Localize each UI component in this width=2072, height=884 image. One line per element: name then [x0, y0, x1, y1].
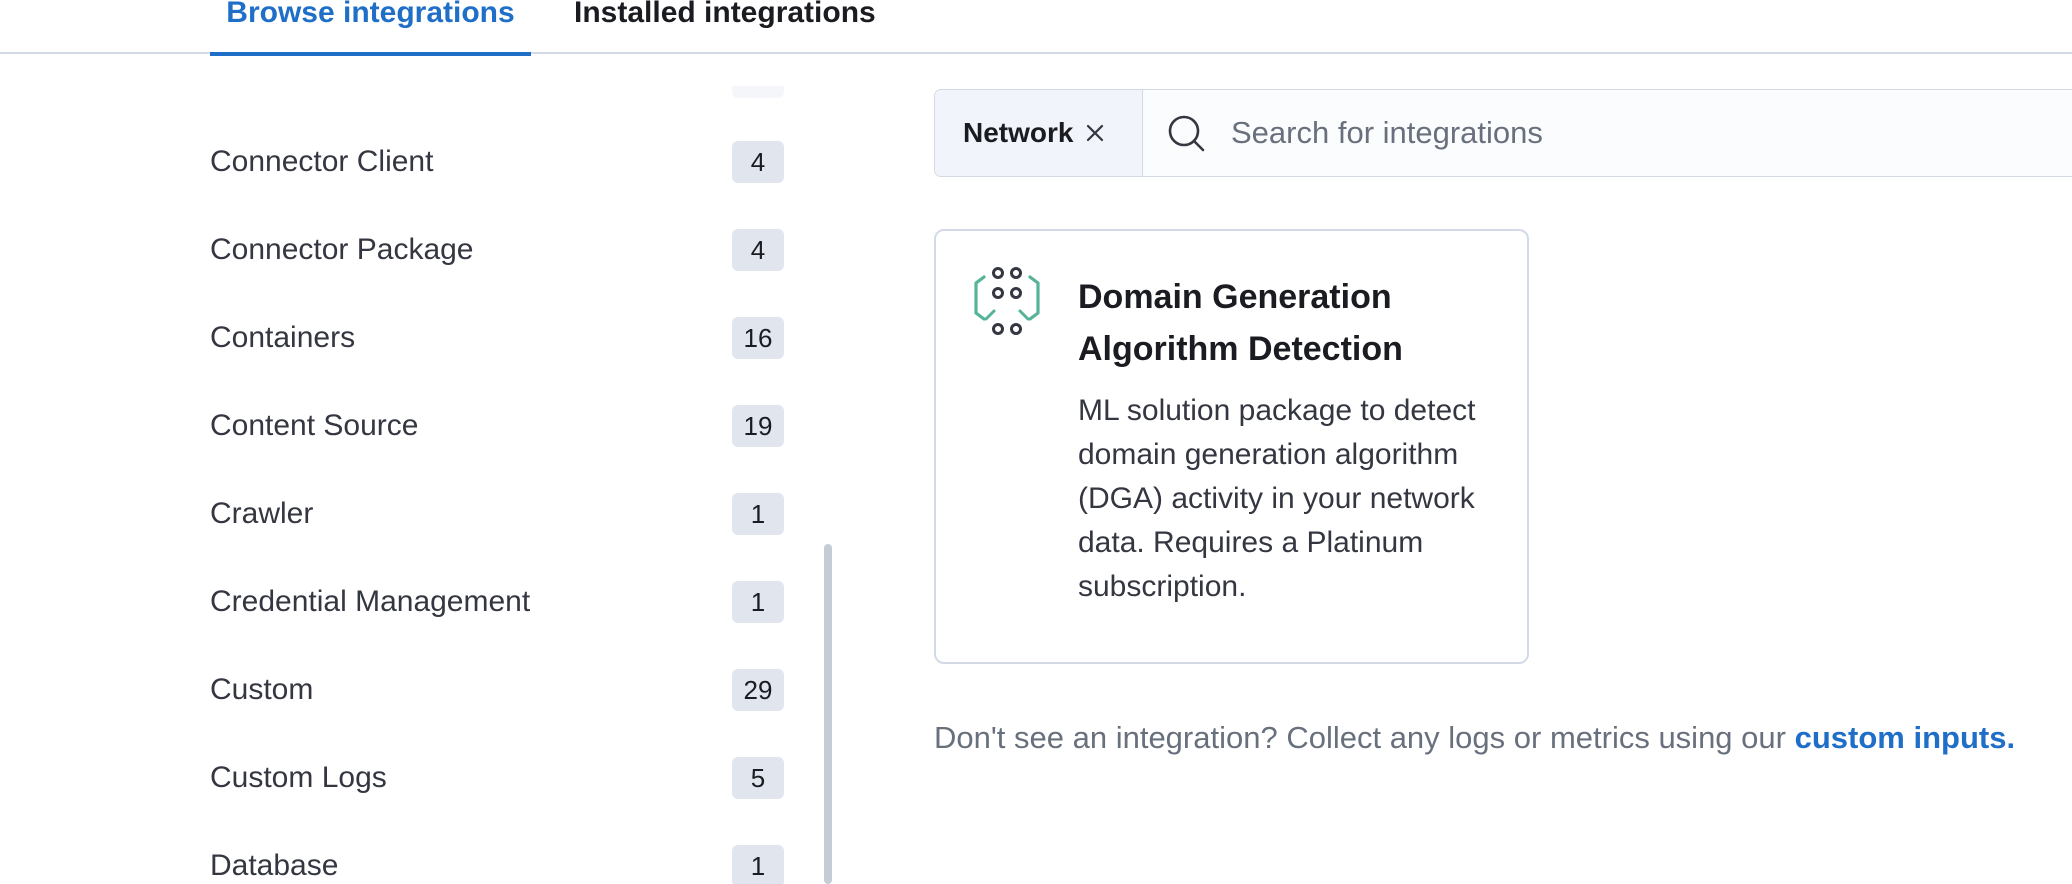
custom-inputs-link[interactable]: custom inputs. — [1795, 720, 2015, 755]
integrations-page: Browse integrations Installed integratio… — [0, 0, 2072, 884]
integration-search-bar: Network — [934, 89, 2072, 177]
category-label: Database — [210, 849, 339, 882]
category-count-badge: 1 — [732, 581, 784, 623]
category-label: Containers — [210, 321, 356, 354]
category-connector-client[interactable]: Connector Client 4 — [210, 137, 784, 187]
category-count-badge: 29 — [732, 669, 784, 711]
category-label: Connector Package — [210, 233, 474, 266]
tab-bar: Browse integrations Installed integratio… — [0, 0, 2072, 56]
filter-chip-label: Network — [963, 117, 1074, 148]
category-count-badge: 4 — [732, 229, 784, 271]
category-label: Crawler — [210, 497, 314, 530]
category-credential-management[interactable]: Credential Management 1 — [210, 577, 784, 627]
dga-detection-icon — [974, 267, 1040, 335]
category-count-badge: 1 — [732, 845, 784, 884]
category-label: Custom — [210, 673, 314, 706]
card-description: ML solution package to detect domain gen… — [1078, 394, 1476, 603]
partially-visible-count-badge — [732, 86, 784, 98]
category-count-badge: 5 — [732, 757, 784, 799]
tab-browse-integrations[interactable]: Browse integrations — [210, 0, 531, 56]
category-content-source[interactable]: Content Source 19 — [210, 401, 784, 451]
custom-inputs-note-text: Don't see an integration? Collect any lo… — [934, 720, 1786, 755]
category-custom-logs[interactable]: Custom Logs 5 — [210, 753, 784, 803]
category-label: Credential Management — [210, 585, 531, 618]
close-icon[interactable] — [1081, 119, 1109, 147]
sidebar-scrollbar[interactable] — [824, 544, 832, 884]
search-input[interactable] — [1231, 107, 2071, 159]
category-crawler[interactable]: Crawler 1 — [210, 489, 784, 539]
category-containers[interactable]: Containers 16 — [210, 313, 784, 363]
search-icon — [1168, 115, 1205, 152]
category-custom[interactable]: Custom 29 — [210, 665, 784, 715]
category-label: Content Source — [210, 409, 419, 442]
category-label: Custom Logs — [210, 761, 387, 794]
category-label: Connector Client — [210, 145, 434, 178]
category-database[interactable]: Database 1 — [210, 841, 784, 884]
category-filter-chip[interactable]: Network — [935, 90, 1143, 176]
category-sidebar: Connector Client 4 Connector Package 4 C… — [0, 56, 840, 884]
category-count-badge: 19 — [732, 405, 784, 447]
card-title: Domain Generation Algorithm Detection — [1078, 278, 1403, 368]
integration-card[interactable]: Domain Generation Algorithm Detection ML… — [934, 229, 1529, 664]
category-count-badge: 16 — [732, 317, 784, 359]
tab-installed-integrations[interactable]: Installed integrations — [574, 0, 876, 54]
custom-inputs-note: Don't see an integration? Collect any lo… — [934, 718, 2072, 758]
category-count-badge: 1 — [732, 493, 784, 535]
category-connector-package[interactable]: Connector Package 4 — [210, 225, 784, 275]
category-count-badge: 4 — [732, 141, 784, 183]
